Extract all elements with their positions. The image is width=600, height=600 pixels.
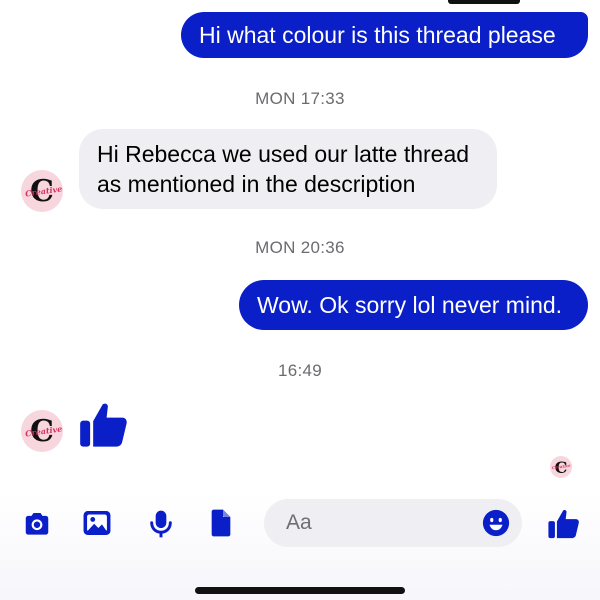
message-timestamp: MON 20:36 <box>255 238 345 257</box>
file-button[interactable] <box>203 503 239 543</box>
outgoing-message[interactable]: Wow. Ok sorry lol never mind. <box>239 280 588 330</box>
emoji-button[interactable] <box>480 507 512 539</box>
microphone-button[interactable] <box>143 504 179 544</box>
gallery-icon <box>83 510 111 536</box>
contact-avatar[interactable]: C Creative <box>21 170 63 212</box>
message-input-placeholder: Aa <box>286 511 312 534</box>
incoming-message[interactable]: Hi Rebecca we used our latte thread as m… <box>79 129 497 209</box>
thumbs-up-icon <box>80 403 127 447</box>
thumbs-up-icon <box>548 510 579 539</box>
home-indicator[interactable] <box>195 587 405 594</box>
gallery-button[interactable] <box>78 505 116 541</box>
thumbs-up-sticker[interactable] <box>78 398 130 452</box>
outgoing-message[interactable]: Hi what colour is this thread please <box>181 12 588 58</box>
microphone-icon <box>150 510 172 538</box>
message-timestamp: MON 17:33 <box>255 89 345 108</box>
message-timestamp: 16:49 <box>277 361 323 380</box>
smiley-icon <box>482 509 510 537</box>
like-send-button[interactable] <box>546 505 582 543</box>
camera-button[interactable] <box>18 507 56 541</box>
status-bar-sliver <box>448 0 520 4</box>
camera-icon <box>25 513 49 535</box>
contact-avatar[interactable]: C Creative <box>21 410 63 452</box>
read-receipt-avatar: C Creative <box>550 456 572 478</box>
message-input[interactable]: Aa <box>264 499 522 547</box>
file-icon <box>211 509 231 537</box>
